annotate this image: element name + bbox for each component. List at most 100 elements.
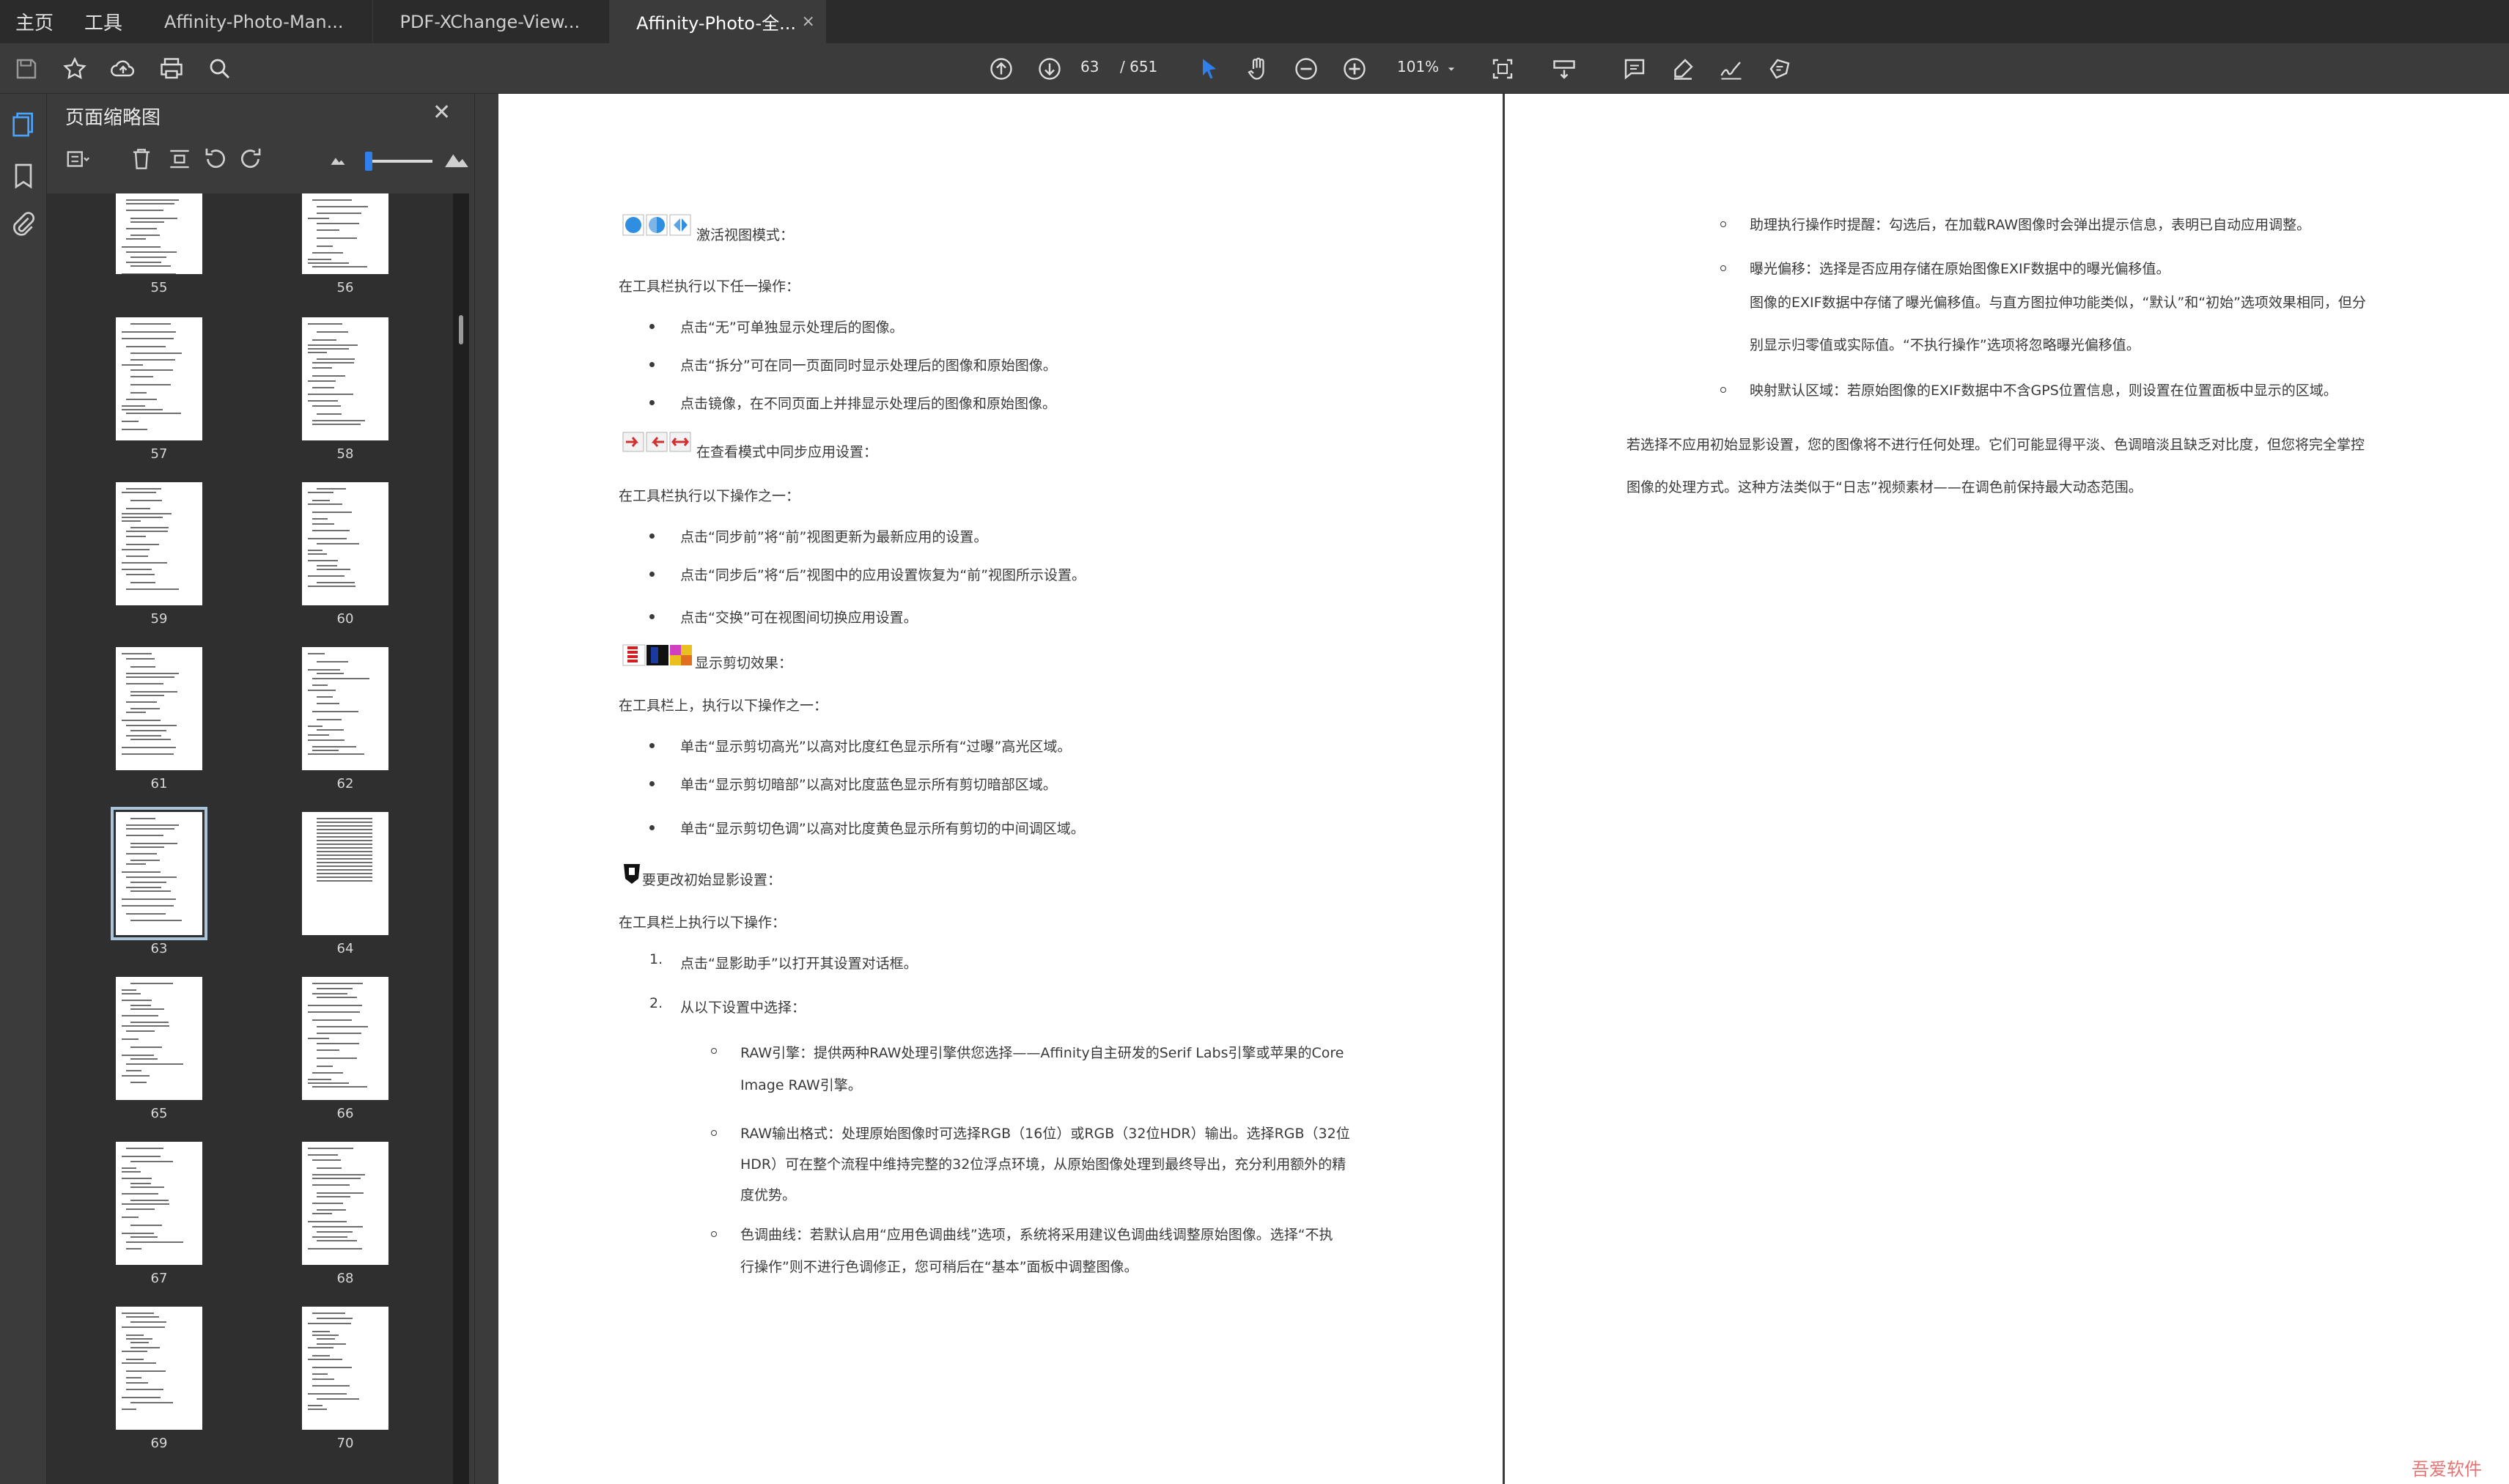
tab-label: Affinity-Photo-Man...	[164, 11, 344, 32]
bullet	[649, 362, 655, 367]
fit-page-icon[interactable]	[1488, 54, 1517, 84]
thumbnail-size-slider[interactable]	[366, 160, 432, 163]
page-thumbnail[interactable]	[302, 1307, 388, 1430]
thumbnail-page-number: 60	[336, 611, 354, 627]
bullet	[649, 400, 655, 405]
list-item: 单击“显示剪切色调”以高对比度黄色显示所有剪切的中间调区域。	[680, 821, 1085, 837]
section-intro: 在工具栏上，执行以下操作之一：	[619, 698, 828, 714]
list-item: 点击“拆分”可在同一页面同时显示处理后的图像和原始图像。	[680, 358, 1057, 374]
panel-toolbar	[47, 138, 475, 179]
page-thumbnail[interactable]	[302, 977, 388, 1100]
section-heading: 在查看模式中同步应用设置：	[696, 444, 878, 460]
list-item: 点击“同步前”将“前”视图更新为最新应用的设置。	[680, 529, 988, 545]
page-thumbnail[interactable]	[302, 193, 388, 274]
print-icon[interactable]	[157, 54, 186, 84]
thumbnail-scrollbar[interactable]	[453, 193, 469, 1484]
thumbnail-page-number: 70	[336, 1436, 354, 1451]
tab-document-1[interactable]: Affinity-Photo-Man...	[138, 0, 374, 43]
page-thumbnail[interactable]	[302, 812, 388, 935]
paragraph-text: 图像的处理方式。这种方法类似于“日志”视频素材——在调色前保持最大动态范围。	[1626, 479, 2143, 495]
tab-document-2[interactable]: PDF-XChange-View...	[373, 0, 611, 43]
paragraph-text: 若选择不应用初始显影设置，您的图像将不进行任何处理。它们可能显得平淡、色调暗淡且…	[1626, 437, 2365, 453]
page-thumbnail[interactable]	[302, 482, 388, 605]
page-thumbnail[interactable]	[116, 647, 202, 770]
tab-label: Affinity-Photo-全...	[636, 13, 796, 34]
section-heading: 显示剪切效果：	[695, 655, 793, 671]
highlighter-icon[interactable]	[1668, 54, 1698, 84]
page-thumbnail[interactable]	[302, 317, 388, 440]
scrollbar-thumb[interactable]	[459, 315, 463, 344]
extract-page-icon[interactable]	[166, 145, 194, 173]
rotate-left-icon[interactable]	[201, 145, 229, 173]
search-icon[interactable]	[205, 54, 235, 84]
list-item: 点击“无”可单独显示处理后的图像。	[680, 320, 904, 336]
thumbnail-page-number: 63	[150, 941, 168, 956]
page-thumbnail[interactable]	[116, 482, 202, 605]
page-thumbnails-icon[interactable]	[9, 110, 38, 139]
page-thumbnail[interactable]	[116, 1142, 202, 1265]
sync-icons	[622, 431, 695, 453]
total-pages: / 651	[1120, 58, 1158, 75]
list-item: 点击镜像，在不同页面上并排显示处理后的图像和原始图像。	[680, 396, 1057, 412]
save-icon[interactable]	[12, 54, 41, 84]
clipping-icons	[622, 643, 695, 667]
thumbnail-page-number: 68	[336, 1271, 354, 1286]
attachment-icon[interactable]	[9, 210, 38, 239]
step-number: 2.	[649, 995, 663, 1011]
zoom-level-select[interactable]: 101%	[1397, 58, 1439, 75]
sub-item-text: Image RAW引擎。	[740, 1077, 862, 1093]
stamp-icon[interactable]	[1765, 54, 1794, 84]
sub-item-text: 助理执行操作时提醒：勾选后，在加载RAW图像时会弹出提示信息，表明已自动应用调整…	[1750, 217, 2311, 233]
delete-page-icon[interactable]	[128, 145, 155, 173]
tab-bar: 主页 工具 Affinity-Photo-Man... PDF-XChange-…	[0, 0, 2509, 43]
section-heading: 要更改初始显影设置：	[642, 872, 782, 888]
next-page-icon[interactable]	[1035, 54, 1064, 84]
close-icon[interactable]: ×	[802, 12, 815, 31]
view-mode-icons	[622, 213, 695, 237]
page-thumbnail[interactable]	[116, 193, 202, 274]
pdf-page-right: 助理执行操作时提醒：勾选后，在加载RAW图像时会弹出提示信息，表明已自动应用调整…	[1505, 94, 2509, 1484]
bullet	[649, 572, 655, 577]
thumbnail-page-number: 67	[150, 1271, 168, 1286]
thumbnail-page-number: 61	[150, 776, 168, 791]
menu-home[interactable]: 主页	[0, 0, 69, 43]
page-thumbnail[interactable]	[116, 977, 202, 1100]
large-mountain-icon[interactable]	[443, 145, 471, 173]
comment-icon[interactable]	[1620, 54, 1649, 84]
page-layout-icon[interactable]	[1550, 54, 1579, 84]
zoom-in-icon[interactable]	[1340, 54, 1369, 84]
tab-document-3-active[interactable]: Affinity-Photo-全... ×	[610, 0, 826, 43]
bookmark-icon[interactable]	[9, 161, 38, 191]
step-text: 从以下设置中选择：	[680, 1000, 806, 1016]
sub-item-text: HDR）可在整个流程中维持完整的32位浮点环境，从原始图像处理到最终导出，充分利…	[740, 1156, 1346, 1173]
thumbnail-list: 55 56 57 58 59 60 61 62 63 64 65 66 67 68 69 70	[47, 193, 468, 1484]
close-icon[interactable]: ✕	[432, 100, 451, 125]
hand-tool-icon[interactable]	[1243, 54, 1272, 84]
chevron-down-icon[interactable]	[1444, 54, 1459, 84]
previous-page-icon[interactable]	[987, 54, 1016, 84]
bullet	[649, 825, 655, 830]
page-thumbnail[interactable]	[302, 1142, 388, 1265]
page-thumbnail[interactable]	[116, 317, 202, 440]
select-cursor-icon[interactable]	[1195, 54, 1224, 84]
menu-tools[interactable]: 工具	[69, 0, 138, 43]
page-thumbnail[interactable]	[302, 647, 388, 770]
star-icon[interactable]	[60, 54, 89, 84]
cloud-upload-icon[interactable]	[108, 54, 138, 84]
page-thumbnail[interactable]	[111, 807, 207, 940]
small-mountain-icon[interactable]	[324, 145, 352, 173]
list-item: 点击“同步后”将“后”视图中的应用设置恢复为“前”视图所示设置。	[680, 567, 1086, 583]
sub-item-text: 图像的EXIF数据中存储了曝光偏移值。与直方图拉伸功能类似，“默认”和“初始”选…	[1750, 295, 2366, 311]
sub-item-text: RAW输出格式：处理原始图像时可选择RGB（16位）或RGB（32位HDR）输出…	[740, 1126, 1350, 1142]
sub-item-text: 曝光偏移：选择是否应用存储在原始图像EXIF数据中的曝光偏移值。	[1750, 261, 2170, 277]
page-thumbnail[interactable]	[116, 1307, 202, 1430]
bullet	[649, 743, 655, 748]
rotate-right-icon[interactable]	[237, 145, 265, 173]
thumbnail-options-icon[interactable]	[65, 145, 92, 173]
develop-assistant-icon	[622, 862, 642, 885]
current-page-input[interactable]: 63	[1080, 58, 1099, 75]
zoom-out-icon[interactable]	[1292, 54, 1321, 84]
slider-handle[interactable]	[365, 152, 372, 171]
signature-icon[interactable]	[1717, 54, 1746, 84]
thumbnail-page-number: 65	[150, 1106, 168, 1121]
